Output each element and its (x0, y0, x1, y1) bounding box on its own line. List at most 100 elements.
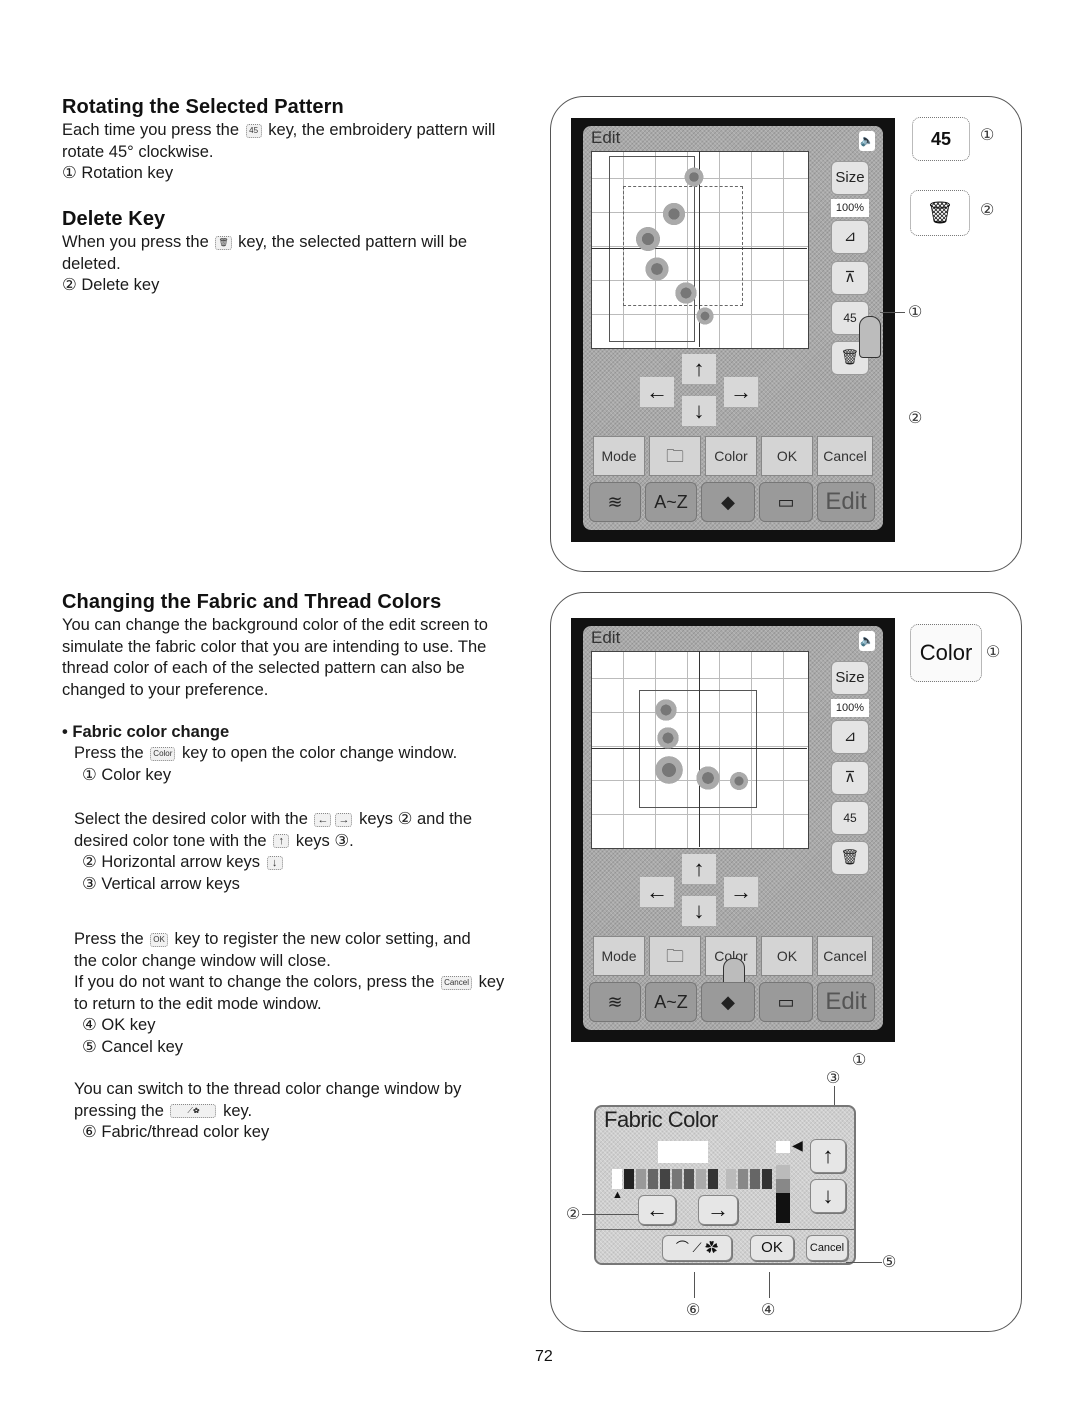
move-up-button[interactable]: ↑ (682, 354, 716, 384)
color-button[interactable]: Color (705, 436, 757, 476)
color-swatch (696, 1169, 706, 1189)
color-swatch (738, 1169, 748, 1189)
edit-tab[interactable]: Edit (817, 482, 875, 522)
speaker-icon[interactable]: 🔈 (859, 631, 875, 651)
screen-title: Edit (591, 128, 621, 147)
fabric-thread-toggle-button[interactable]: ⌒ ⟋ ✿ (662, 1235, 732, 1261)
callout-3: ③ (826, 1070, 841, 1087)
page-number: 72 (535, 1348, 553, 1365)
fabric-color-instructions: Press the Color key to open the color ch… (74, 743, 457, 786)
cancel-button[interactable]: Cancel (817, 936, 873, 976)
text: pressing the (74, 1101, 164, 1120)
right-arrow-key-icon: → (335, 812, 353, 827)
mirror-button[interactable]: ⊿ (831, 720, 869, 754)
tone-bar-mid (776, 1179, 790, 1193)
callout-5: ⑤ (882, 1254, 897, 1271)
rotation-key-enlarged-icon: 45 (912, 117, 970, 161)
dialog-title: Fabric Color (604, 1107, 718, 1132)
text: simulate the fabric color that you are i… (62, 637, 487, 656)
speaker-icon[interactable]: 🔈 (859, 131, 875, 151)
move-up-button[interactable]: ↑ (682, 854, 716, 884)
text: You can switch to the thread color chang… (74, 1080, 462, 1098)
move-right-button[interactable]: → (724, 377, 758, 407)
tone-up-button[interactable]: ↑ (810, 1139, 846, 1173)
move-left-button[interactable]: ← (640, 377, 674, 407)
hoop-tab[interactable]: ▭ (759, 982, 813, 1022)
mode-button[interactable]: Mode (593, 936, 645, 976)
size-button[interactable]: Size (831, 661, 869, 695)
rotation-key-icon: 45 (245, 123, 262, 138)
color-swatch (672, 1169, 682, 1189)
sewing-mode-tab[interactable]: ≋ (589, 982, 641, 1022)
text: key, the embroidery pattern will (268, 121, 496, 139)
text: key, the selected pattern will be (238, 233, 468, 251)
callout-1-screen: ① (908, 304, 923, 321)
leader-line (582, 1214, 638, 1215)
pattern-motif (673, 281, 699, 305)
flip-button[interactable]: ⊼ (831, 261, 869, 295)
move-down-button[interactable]: ↓ (682, 896, 716, 926)
color-swatch (726, 1169, 736, 1189)
delete-key-enlarged-icon: 🗑 (910, 190, 970, 236)
move-left-button[interactable]: ← (640, 877, 674, 907)
edit-tab[interactable]: Edit (817, 982, 875, 1022)
callout-item: ② Horizontal arrow keys (82, 853, 261, 871)
color-right-button[interactable]: → (698, 1195, 738, 1225)
mirror-button[interactable]: ⊿ (831, 220, 869, 254)
pattern-motif (683, 166, 705, 188)
az-tab[interactable]: A~Z (645, 982, 697, 1022)
tone-down-button[interactable]: ↓ (810, 1179, 846, 1213)
hoop-tab[interactable]: ▭ (759, 482, 813, 522)
pattern-motif (728, 771, 750, 791)
cancel-button[interactable]: Cancel (817, 436, 873, 476)
color-key-icon: Color (150, 746, 176, 761)
color-left-button[interactable]: ← (638, 1195, 676, 1225)
ok-button[interactable]: OK (761, 936, 813, 976)
card-tab[interactable]: ◆ (701, 482, 755, 522)
screen-title: Edit (591, 628, 621, 647)
az-tab[interactable]: A~Z (645, 482, 697, 522)
leader-line (769, 1272, 770, 1298)
section-heading-changing: Changing the Fabric and Thread Colors (62, 591, 442, 613)
color-swatch (648, 1169, 658, 1189)
text: the color change window will close. (74, 951, 331, 970)
dialog-ok-button[interactable]: OK (750, 1235, 794, 1261)
fabric-color-dialog: Fabric Color ◀ ▲ ↑ ↓ ← → ⌒ ⟋ ✿ OK Cancel (594, 1105, 856, 1265)
card-tab[interactable]: ◆ (701, 982, 755, 1022)
text: Press the (74, 930, 144, 948)
leader-line (694, 1272, 695, 1298)
color-swatch (762, 1169, 772, 1189)
open-folder-button[interactable]: 🗀 (649, 936, 701, 976)
pattern-motif (643, 256, 671, 282)
dialog-cancel-button[interactable]: Cancel (806, 1235, 848, 1261)
delete-button[interactable]: 🗑 (831, 841, 869, 875)
callout-2: ② (566, 1206, 581, 1223)
color-swatch (612, 1169, 622, 1189)
switch-instructions: You can switch to the thread color chang… (74, 1079, 461, 1144)
callout-1: ① (986, 644, 1001, 661)
callout-1: ① (980, 127, 995, 144)
size-button[interactable]: Size (831, 161, 869, 195)
left-arrow-key-icon: ← (314, 812, 332, 827)
pattern-motif (633, 226, 663, 252)
rotate-button[interactable]: 45 (831, 801, 869, 835)
color-key-enlarged-icon: Color (910, 624, 982, 682)
ok-button[interactable]: OK (761, 436, 813, 476)
zoom-value: 100% (831, 199, 869, 217)
ok-key-icon: OK (150, 932, 168, 947)
text: thread color of each of the selected pat… (62, 659, 465, 677)
section-heading-rotating: Rotating the Selected Pattern (62, 96, 344, 118)
mode-button[interactable]: Mode (593, 436, 645, 476)
color-swatch (750, 1169, 760, 1189)
up-arrow-key-icon: ↑ (273, 834, 290, 849)
rotating-paragraph: Each time you press the 45 key, the embr… (62, 120, 495, 185)
move-right-button[interactable]: → (724, 877, 758, 907)
text: key (478, 973, 505, 991)
text: Press the (74, 744, 144, 762)
callout-item: ② Delete key (62, 276, 160, 294)
sewing-mode-tab[interactable]: ≋ (589, 482, 641, 522)
text: You can change the background color of t… (62, 616, 488, 634)
flip-button[interactable]: ⊼ (831, 761, 869, 795)
open-folder-button[interactable]: 🗀 (649, 436, 701, 476)
move-down-button[interactable]: ↓ (682, 396, 716, 426)
